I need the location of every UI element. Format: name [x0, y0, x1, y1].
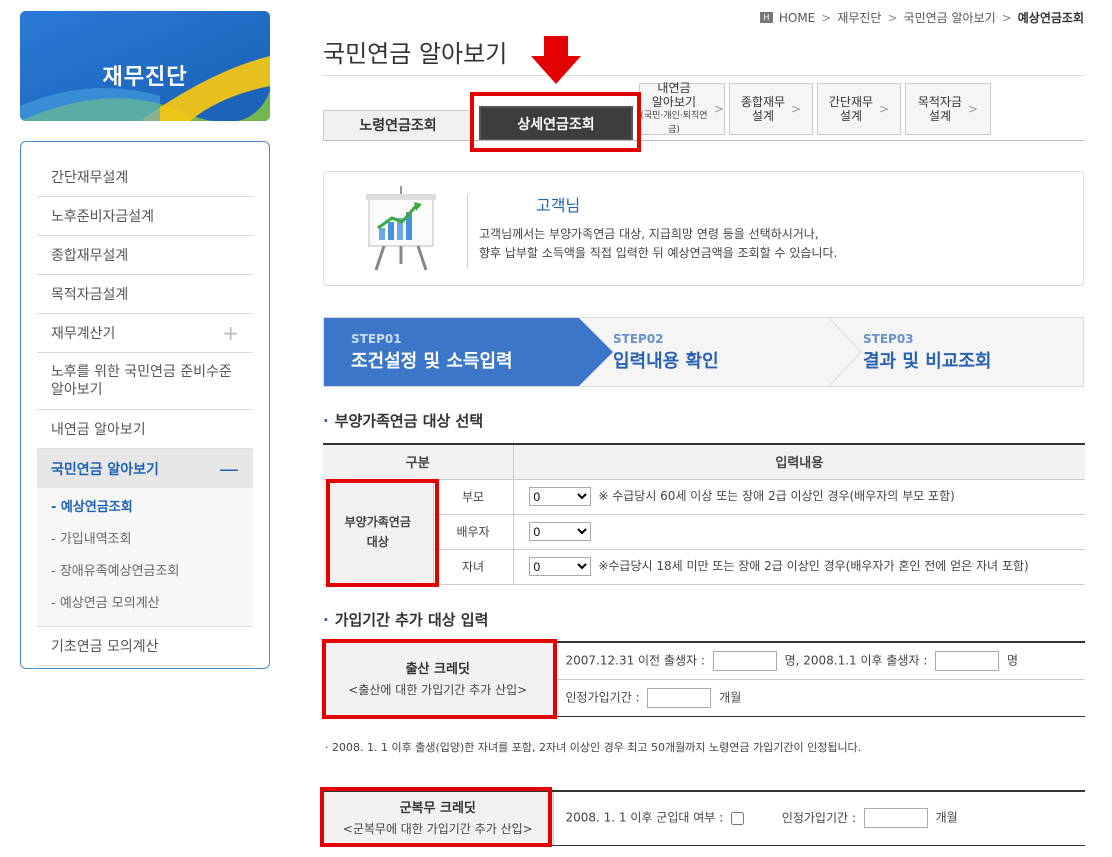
tab-simple-plan[interactable]: 간단재무 설계 >: [817, 83, 901, 135]
page-title: 국민연금 알아보기: [323, 40, 508, 68]
step-indicator: STEP01 조건설정 및 소득입력 STEP02 입력내용 확인 STEP03…: [323, 317, 1084, 387]
highlight-box: [322, 639, 557, 719]
tab-purpose-fund[interactable]: 목적자금 설계 >: [905, 83, 991, 135]
children-select[interactable]: 0: [528, 557, 591, 576]
military-cell: 2008. 1. 1 이후 군입대 여부 : 인정가입기간 : 개월: [553, 791, 1085, 846]
chevron-right-icon: >: [968, 102, 979, 116]
breadcrumb-item[interactable]: 재무진단: [837, 9, 881, 26]
title-divider: [323, 75, 1084, 76]
children-input-cell: 0 ※수급당시 18세 미만 또는 장애 2급 이상인 경우(배우자가 혼인 전…: [513, 549, 1085, 585]
breadcrumb-separator: >: [887, 10, 898, 25]
sidebar-item-national-pension[interactable]: 국민연금 알아보기 —: [37, 449, 253, 488]
header-input: 입력내용: [513, 444, 1085, 480]
birth-before-input[interactable]: [712, 650, 777, 671]
breadcrumb-current: 예상연금조회: [1017, 11, 1084, 25]
military-checkbox[interactable]: [730, 811, 744, 825]
sidebar-item-basic-pension[interactable]: 기초연금 모의계산: [37, 627, 253, 666]
sidebar-submenu: - 예상연금조회 - 가입내역조회 - 장애유족예상연금조회 - 예상연금 모의…: [37, 488, 253, 627]
home-icon[interactable]: H: [759, 12, 773, 23]
highlight-box: [320, 787, 552, 847]
tab-comprehensive-plan[interactable]: 종합재무 설계 >: [729, 83, 813, 135]
info-box: 고객님 고객님께서는 부양가족연금 대상, 지급희망 연령 등을 선택하시거나,…: [323, 171, 1084, 286]
highlight-box: [470, 92, 641, 152]
step-1: STEP01 조건설정 및 소득입력: [351, 332, 513, 372]
customer-name: 고객님: [536, 196, 581, 215]
header-category: 구분: [323, 444, 514, 480]
info-description: 고객님께서는 부양가족연금 대상, 지급희망 연령 등을 선택하시거나, 향후 …: [479, 227, 838, 260]
breadcrumb-separator: >: [1001, 10, 1012, 25]
birth-after-input[interactable]: [935, 650, 1000, 671]
sidebar-banner: 재무진단: [20, 11, 270, 121]
sidebar-item-simple-plan[interactable]: 간단재무설계: [37, 158, 253, 197]
sidebar-item-comprehensive-plan[interactable]: 종합재무설계: [37, 236, 253, 275]
tab-my-pension[interactable]: 내연금 알아보기 (국민·개인·퇴직연금) >: [639, 81, 725, 135]
breadcrumb-item[interactable]: 국민연금 알아보기: [904, 9, 996, 26]
parents-note: ※ 수급당시 60세 이상 또는 장애 2급 이상인 경우(배우자의 부모 포함…: [598, 489, 955, 503]
breadcrumb-separator: >: [821, 10, 832, 25]
sidebar-subitem-expected-pension[interactable]: - 예상연금조회: [37, 492, 253, 524]
step-2: STEP02 입력내용 확인: [613, 332, 719, 372]
sidebar-subitem-disability-survivor[interactable]: - 장애유족예상연금조회: [37, 556, 253, 588]
spouse-input-cell: 0: [513, 514, 1085, 550]
tab-bar-underline: [323, 140, 1084, 141]
birth-period-cell: 인정가입기간 : 개월: [553, 679, 1085, 717]
highlight-box: [326, 479, 439, 587]
birth-credit-note: · 2008. 1. 1 이후 출생(입양)한 자녀를 포함, 2자녀 이상인 …: [325, 741, 862, 754]
military-period-input[interactable]: [863, 808, 928, 829]
step-3: STEP03 결과 및 비교조회: [863, 332, 992, 372]
sidebar-subitem-simulation[interactable]: - 예상연금 모의계산: [37, 588, 253, 620]
sidebar-item-my-pension[interactable]: 내연금 알아보기: [37, 410, 253, 449]
spouse-select[interactable]: 0: [528, 522, 591, 541]
parents-input-cell: 0 ※ 수급당시 60세 이상 또는 장애 2급 이상인 경우(배우자의 부모 …: [513, 479, 1085, 515]
banner-title: 재무진단: [102, 65, 188, 90]
sidebar-item-retirement-fund[interactable]: 노후준비자금설계: [37, 197, 253, 236]
red-arrow-icon: [531, 36, 581, 84]
chevron-right-icon: >: [713, 102, 724, 116]
chevron-right-icon: >: [791, 102, 802, 116]
section-title-dependent: 부양가족연금 대상 선택: [323, 410, 483, 431]
birth-count-cell: 2007.12.31 이전 출생자 : 명, 2008.1.1 이후 출생자 :…: [553, 642, 1085, 680]
birth-period-input[interactable]: [647, 687, 712, 708]
tab-bar: 노령연금조회 상세연금조회 내연금 알아보기 (국민·개인·퇴직연금) > 종합…: [323, 81, 1084, 142]
sidebar-item-pension-readiness[interactable]: 노후를 위한 국민연금 준비수준 알아보기: [37, 353, 253, 410]
breadcrumb-home[interactable]: HOME: [779, 11, 815, 25]
chevron-right-icon: >: [879, 102, 890, 116]
sidebar-menu: 간단재무설계 노후준비자금설계 종합재무설계 목적자금설계 재무계산기 + 노후를…: [20, 141, 270, 669]
parents-select[interactable]: 0: [528, 487, 591, 506]
row-label-children: 자녀: [433, 549, 514, 585]
presentation-chart-icon: [366, 186, 436, 271]
row-label-spouse: 배우자: [433, 514, 514, 550]
sidebar-subitem-subscription-history[interactable]: - 가입내역조회: [37, 524, 253, 556]
section-title-period: 가입기간 추가 대상 입력: [323, 609, 489, 630]
sidebar-item-purpose-fund[interactable]: 목적자금설계: [37, 275, 253, 314]
expand-icon[interactable]: +: [222, 321, 239, 345]
children-note: ※수급당시 18세 미만 또는 장애 2급 이상인 경우(배우자가 혼인 전에 …: [598, 559, 1029, 573]
collapse-icon[interactable]: —: [219, 457, 239, 481]
breadcrumb: H HOME > 재무진단 > 국민연금 알아보기 > 예상연금조회: [759, 9, 1084, 26]
row-label-parents: 부모: [433, 479, 514, 515]
info-divider: [467, 194, 468, 268]
sidebar-item-calculator[interactable]: 재무계산기 +: [37, 314, 253, 353]
tab-old-age-pension[interactable]: 노령연금조회: [323, 110, 473, 141]
